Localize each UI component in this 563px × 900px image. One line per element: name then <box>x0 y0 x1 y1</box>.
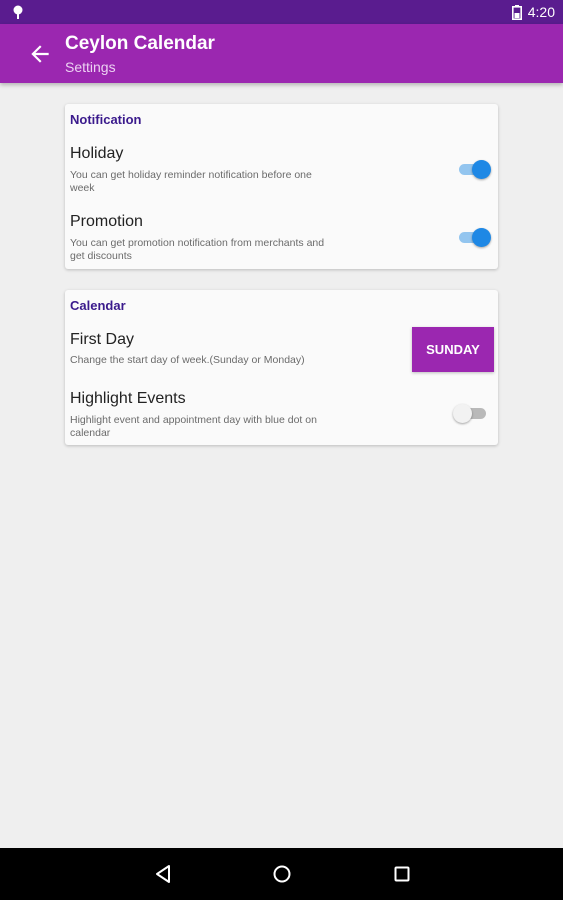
highlight-events-title: Highlight Events <box>70 390 186 407</box>
status-right: 4:20 <box>511 0 555 24</box>
holiday-toggle-thumb <box>472 160 491 179</box>
promotion-toggle-thumb <box>472 228 491 247</box>
app-bar: Ceylon Calendar Settings <box>0 24 563 83</box>
back-triangle-icon[interactable] <box>150 861 176 887</box>
map-pin-icon <box>13 5 23 19</box>
section-header-notification: Notification <box>70 112 142 127</box>
notification-card: Notification Holiday You can get holiday… <box>65 104 498 269</box>
holiday-description: You can get holiday reminder notificatio… <box>70 169 312 194</box>
status-time: 4:20 <box>527 4 555 20</box>
highlight-events-description: Highlight event and appointment day with… <box>70 414 317 439</box>
highlight-events-toggle[interactable] <box>453 403 487 423</box>
battery-icon <box>511 4 522 20</box>
promotion-title: Promotion <box>70 213 143 230</box>
status-bar: 4:20 <box>0 0 563 24</box>
nav-bar <box>0 848 563 900</box>
holiday-toggle[interactable] <box>456 159 491 179</box>
first-day-title: First Day <box>70 331 134 348</box>
promotion-toggle[interactable] <box>456 227 491 247</box>
app-title: Ceylon Calendar <box>65 33 215 54</box>
first-day-description: Change the start day of week.(Sunday or … <box>70 354 305 366</box>
highlight-events-toggle-thumb <box>453 404 472 423</box>
arrow-back-icon[interactable] <box>27 41 53 67</box>
first-day-button[interactable]: SUNDAY <box>412 327 494 372</box>
promotion-description: You can get promotion notification from … <box>70 237 325 262</box>
calendar-card: Calendar First Day Change the start day … <box>65 290 498 445</box>
home-circle-icon[interactable] <box>269 861 295 887</box>
app-subtitle: Settings <box>65 59 116 75</box>
holiday-title: Holiday <box>70 145 124 162</box>
section-header-calendar: Calendar <box>70 298 126 313</box>
recents-square-icon[interactable] <box>389 861 415 887</box>
